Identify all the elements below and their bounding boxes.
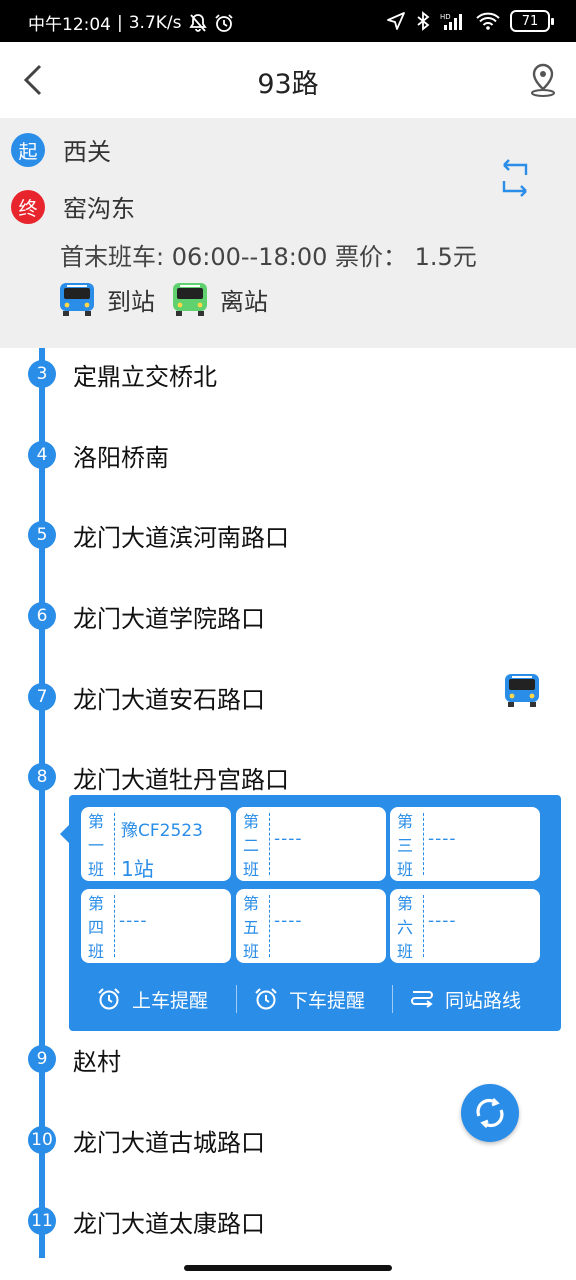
page-title: 93路 <box>257 69 319 100</box>
bus-plate: 豫CF2523 <box>121 821 203 841</box>
stop-number: 4 <box>28 441 56 469</box>
battery-level: 71 <box>521 13 539 29</box>
mute-bell-icon <box>188 13 207 32</box>
stop-name: 龙门大道牡丹宫路口 <box>73 766 289 794</box>
stop-item[interactable]: 11 龙门大道太康路口 <box>0 1194 576 1254</box>
home-indicator[interactable] <box>184 1265 392 1271</box>
card-divider <box>423 813 424 875</box>
status-speed: 3.7K/s <box>128 12 182 33</box>
bus-card-label: 第四班 <box>87 894 104 961</box>
stop-number: 9 <box>28 1045 56 1073</box>
action-divider <box>392 985 393 1013</box>
status-bar: 中午12:04 | 3.7K/s HD 71 <box>0 0 576 42</box>
wifi-icon <box>476 12 500 30</box>
bus-empty-value: ---- <box>274 911 303 931</box>
card-divider <box>114 813 115 875</box>
bus-blue-icon <box>505 674 539 707</box>
location-pin-icon[interactable] <box>528 62 558 98</box>
bus-empty-value: ---- <box>274 829 303 849</box>
stop-number: 6 <box>28 602 56 630</box>
bus-card-label: 第五班 <box>242 894 259 961</box>
bus-card[interactable]: 第六班 ---- <box>390 889 540 963</box>
end-badge: 终 <box>11 190 45 224</box>
bluetooth-icon <box>417 11 430 31</box>
stop-item[interactable]: 9 赵村 <box>0 1032 576 1092</box>
bus-empty-value: ---- <box>428 911 457 931</box>
svg-text:HD: HD <box>440 13 451 21</box>
alarm-clock-icon <box>98 988 120 1010</box>
panel-actions: 上车提醒 下车提醒 同站路线 <box>69 979 561 1019</box>
stop-number: 11 <box>28 1207 56 1235</box>
stop-item[interactable]: 3 定鼎立交桥北 <box>0 347 576 407</box>
route-info-panel: 起 西关 终 窑沟东 首末班车: 06:00--18:00 票价： 1.5元 到… <box>0 118 576 348</box>
bus-card-label: 第六班 <box>396 894 413 961</box>
bus-card[interactable]: 第五班 ---- <box>236 889 386 963</box>
bus-green-icon <box>173 283 207 316</box>
legend-arriving: 到站 <box>57 281 155 317</box>
alight-reminder-button[interactable]: 下车提醒 <box>253 979 365 1019</box>
bus-card-label: 第三班 <box>396 812 413 879</box>
bus-card-label: 第一班 <box>87 812 104 879</box>
refresh-icon <box>476 1097 504 1129</box>
alarm-clock-icon <box>255 988 277 1010</box>
stop-name: 龙门大道滨河南路口 <box>73 524 289 552</box>
battery-icon: 71 <box>510 10 554 32</box>
swap-direction-icon[interactable] <box>494 157 536 199</box>
status-time: 中午12:04 <box>28 15 111 35</box>
location-arrow-icon <box>387 12 405 30</box>
action-divider <box>236 985 237 1013</box>
stop-item[interactable]: 7 龙门大道安石路口 <box>0 670 576 730</box>
refresh-button[interactable] <box>461 1084 519 1142</box>
bus-card[interactable]: 第一班 豫CF2523 1站 <box>81 807 231 881</box>
stop-number: 8 <box>28 763 56 791</box>
stop-name: 龙门大道安石路口 <box>73 686 265 714</box>
stop-item[interactable]: 4 洛阳桥南 <box>0 428 576 488</box>
card-divider <box>269 813 270 875</box>
card-divider <box>423 895 424 957</box>
stop-number: 7 <box>28 683 56 711</box>
bus-empty-value: ---- <box>119 911 148 931</box>
end-stop: 窑沟东 <box>63 195 135 223</box>
stop-name: 龙门大道太康路口 <box>73 1210 265 1238</box>
card-divider <box>114 895 115 957</box>
stop-number: 3 <box>28 360 56 388</box>
bus-card[interactable]: 第四班 ---- <box>81 889 231 963</box>
same-stop-routes-button[interactable]: 同站路线 <box>409 979 521 1019</box>
stop-name: 龙门大道学院路口 <box>73 605 265 633</box>
bus-card[interactable]: 第二班 ---- <box>236 807 386 881</box>
bus-card-label: 第二班 <box>242 812 259 879</box>
stop-item[interactable]: 5 龙门大道滨河南路口 <box>0 508 576 568</box>
alight-reminder-label: 下车提醒 <box>289 989 366 1012</box>
start-badge: 起 <box>11 133 45 167</box>
card-divider <box>269 895 270 957</box>
alarm-icon <box>214 13 233 32</box>
stop-name: 龙门大道古城路口 <box>73 1129 265 1157</box>
bus-arrival-panel: 第一班 豫CF2523 1站 第二班 ---- 第三班 ---- 第四班 ---… <box>60 795 561 1031</box>
start-stop: 西关 <box>63 138 111 166</box>
stop-name: 定鼎立交桥北 <box>73 363 217 391</box>
route-switch-icon <box>411 991 433 1008</box>
board-reminder-button[interactable]: 上车提醒 <box>96 979 208 1019</box>
schedule-text: 首末班车: 06:00--18:00 票价： 1.5元 <box>60 243 477 271</box>
stop-name: 洛阳桥南 <box>73 444 169 472</box>
hd-signal-icon: HD <box>440 13 462 30</box>
top-bar: 93路 <box>0 42 576 118</box>
legend-leaving: 离站 <box>170 281 268 317</box>
bus-blue-icon <box>60 283 94 316</box>
legend-arriving-label: 到站 <box>107 287 155 316</box>
bus-card[interactable]: 第三班 ---- <box>390 807 540 881</box>
status-separator: | <box>117 12 123 33</box>
stop-item[interactable]: 6 龙门大道学院路口 <box>0 589 576 649</box>
board-reminder-label: 上车提醒 <box>132 989 209 1012</box>
stop-number: 10 <box>28 1126 56 1154</box>
stop-name: 赵村 <box>73 1048 121 1076</box>
bus-empty-value: ---- <box>428 829 457 849</box>
legend-leaving-label: 离站 <box>220 287 268 316</box>
stop-number: 5 <box>28 521 56 549</box>
same-stop-routes-label: 同站路线 <box>445 989 522 1012</box>
bus-distance: 1站 <box>121 857 154 881</box>
